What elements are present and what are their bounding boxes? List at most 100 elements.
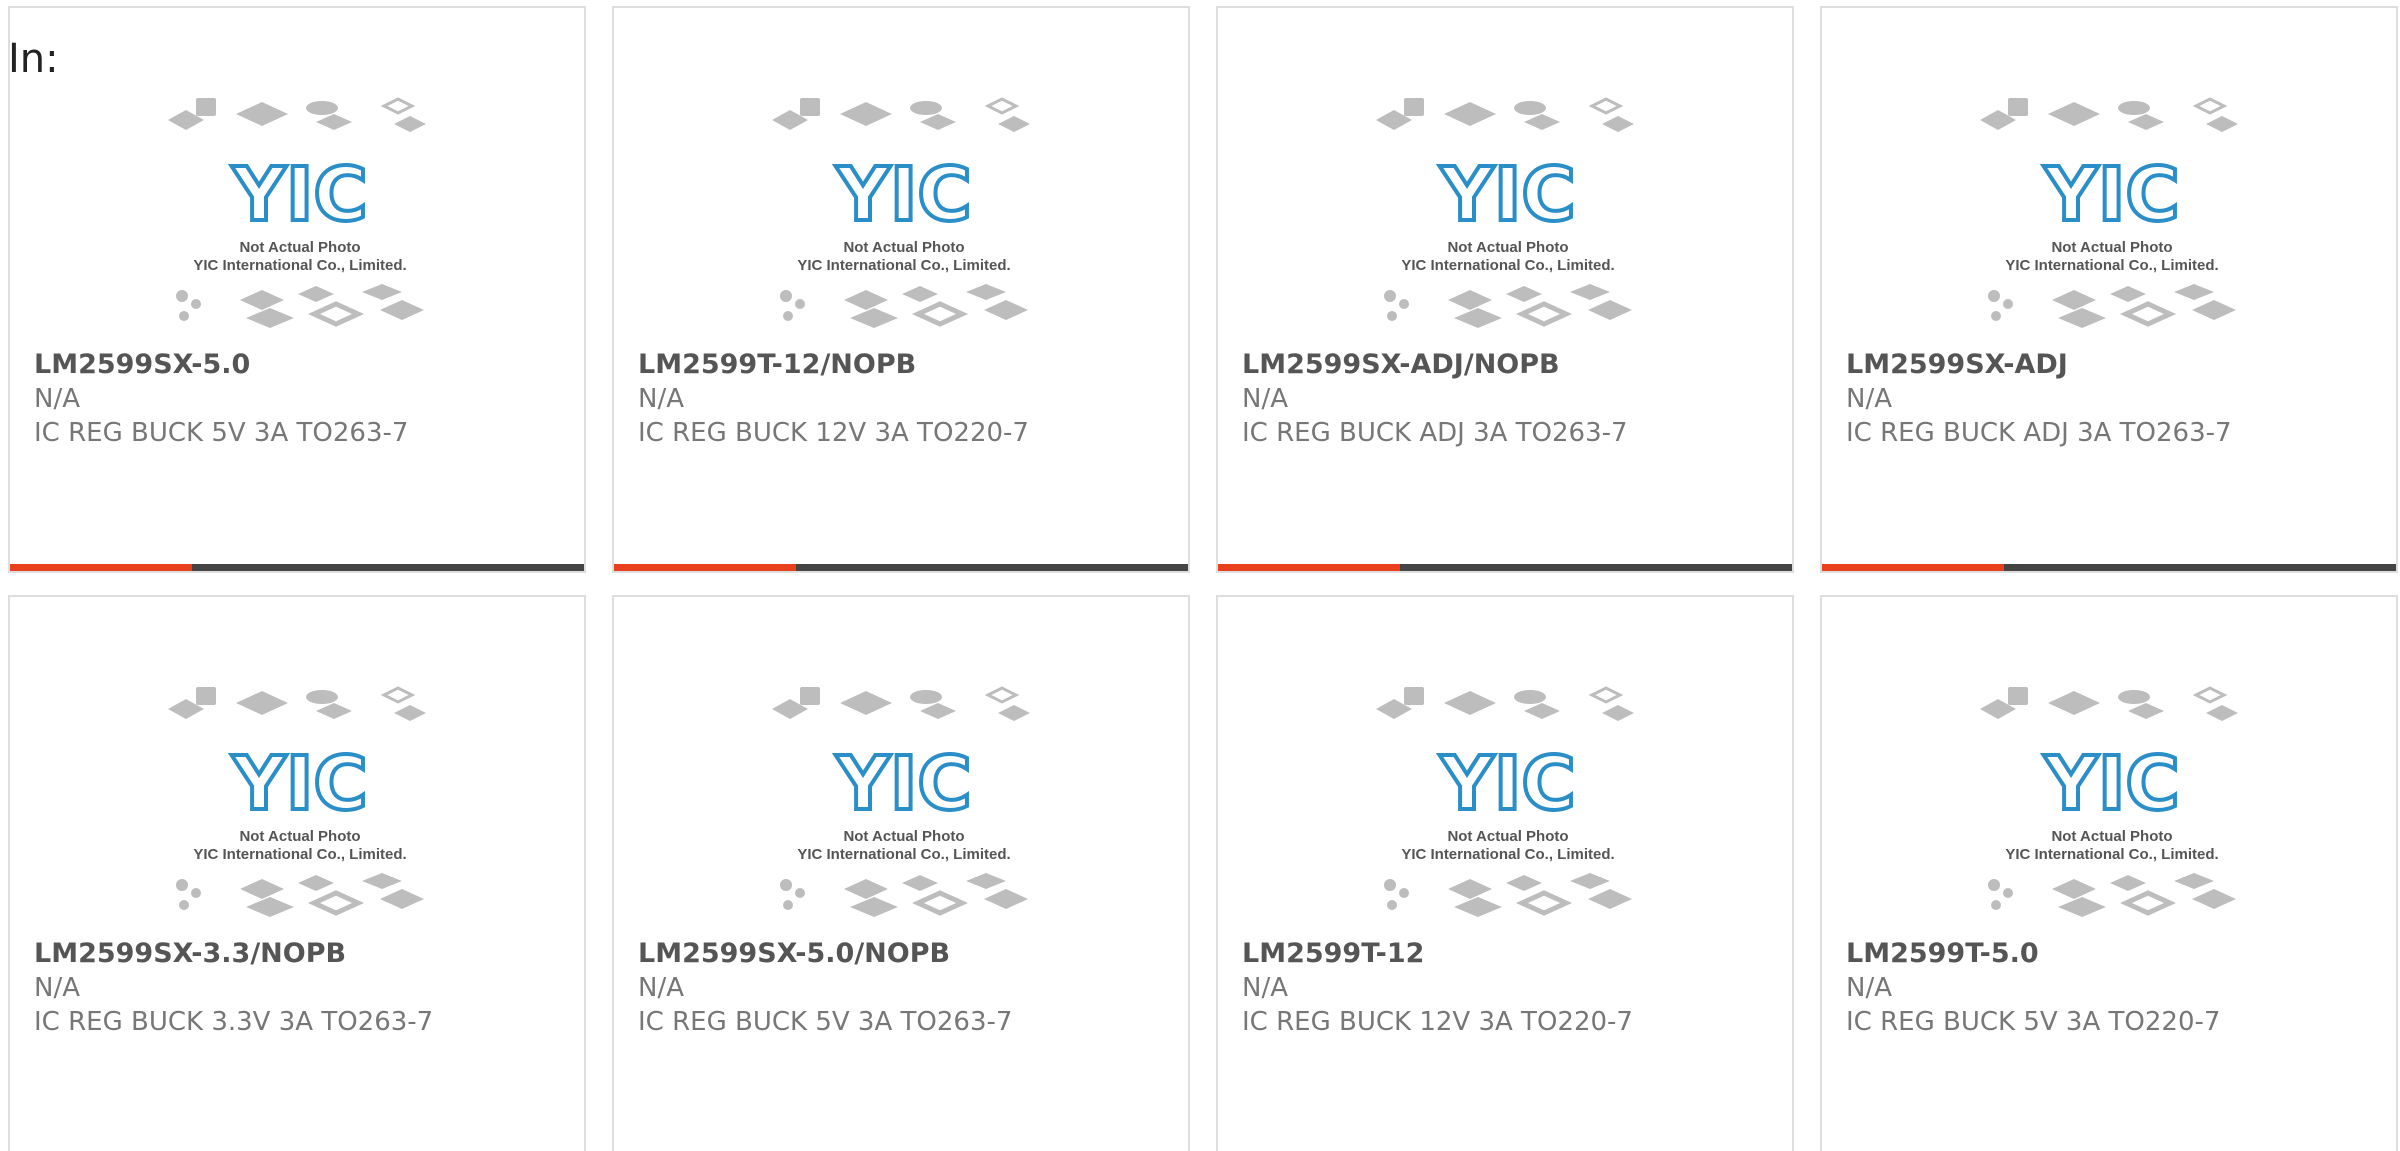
- chip-shape: [362, 284, 402, 300]
- chip-shape: [920, 114, 956, 130]
- product-thumbnail[interactable]: YIC Not Actual Photo YIC International Co.…: [166, 96, 434, 336]
- product-description: IC REG BUCK 12V 3A TO220-7: [638, 418, 1029, 448]
- chip-shape: [2118, 101, 2150, 115]
- chip-shape: [2206, 116, 2238, 132]
- chip-shape: [2058, 308, 2106, 328]
- product-thumbnail[interactable]: YIC Not Actual Photo YIC International Co.…: [1374, 96, 1642, 336]
- chip-shape: [246, 308, 294, 328]
- product-grid: YIC Not Actual Photo YIC International Co.…: [8, 6, 2400, 1151]
- product-card[interactable]: YIC Not Actual Photo YIC International Co.…: [1216, 6, 1794, 573]
- chip-shape: [179, 311, 189, 321]
- product-card[interactable]: YIC Not Actual Photo YIC International Co.…: [1820, 595, 2398, 1151]
- placeholder-caption: Not Actual Photo: [1447, 828, 1568, 845]
- chip-shape: [191, 299, 201, 309]
- chip-shape: [380, 889, 424, 909]
- product-card[interactable]: YIC Not Actual Photo YIC International Co.…: [8, 6, 586, 573]
- chip-shape: [984, 97, 1020, 115]
- card-accent-bar: [1218, 564, 1400, 571]
- product-thumbnail[interactable]: YIC Not Actual Photo YIC International Co.…: [1374, 685, 1642, 925]
- placeholder-image: YICNot Actual PhotoYIC International Co.…: [1980, 686, 2238, 917]
- product-card[interactable]: YIC Not Actual Photo YIC International Co.…: [1216, 595, 1794, 1151]
- part-number-link[interactable]: LM2599SX-3.3/NOPB: [34, 937, 566, 971]
- chip-shape: [307, 301, 365, 327]
- product-grid-page: In: YIC Not Actual Photo YIC International…: [0, 0, 2400, 1151]
- chip-shape: [1404, 687, 1424, 705]
- chip-shape: [1444, 102, 1496, 126]
- chip-shape: [316, 703, 352, 719]
- chip-shape: [850, 897, 898, 917]
- chip-shape: [2192, 889, 2236, 909]
- chip-shape: [1404, 98, 1424, 116]
- product-thumbnail[interactable]: YIC Not Actual Photo YIC International Co.…: [770, 685, 1038, 925]
- yic-logo: YIC: [231, 741, 367, 827]
- chip-shape: [844, 879, 888, 899]
- chip-shape: [1454, 897, 1502, 917]
- part-number-link[interactable]: LM2599T-12/NOPB: [638, 348, 1170, 382]
- product-info: LM2599SX-5.0/NOPB N/A IC REG BUCK 5V 3A …: [638, 937, 1170, 1039]
- chip-shape: [902, 286, 938, 302]
- product-description: IC REG BUCK 5V 3A TO263-7: [638, 1007, 1013, 1037]
- chip-shape: [1506, 875, 1542, 891]
- card-bottom-bar: [10, 564, 584, 571]
- part-number-link[interactable]: LM2599T-5.0: [1846, 937, 2378, 971]
- chip-shape: [902, 875, 938, 891]
- chip-shape: [1387, 311, 1397, 321]
- chip-shape: [844, 290, 888, 310]
- chip-shape: [840, 102, 892, 126]
- product-info: LM2599SX-ADJ/NOPB N/A IC REG BUCK ADJ 3A…: [1242, 348, 1774, 450]
- chip-shape: [1524, 114, 1560, 130]
- chip-shape: [240, 290, 284, 310]
- part-number-link[interactable]: LM2599SX-5.0/NOPB: [638, 937, 1170, 971]
- product-card[interactable]: YIC Not Actual Photo YIC International Co.…: [1820, 6, 2398, 573]
- part-number-link[interactable]: LM2599SX-ADJ/NOPB: [1242, 348, 1774, 382]
- chip-shape: [1991, 900, 2001, 910]
- product-thumbnail[interactable]: YIC Not Actual Photo YIC International Co.…: [1978, 96, 2246, 336]
- yic-logo: YIC: [2043, 152, 2179, 238]
- yic-logo: YIC: [835, 152, 971, 238]
- placeholder-caption: Not Actual Photo: [843, 239, 964, 256]
- chip-shape: [2058, 897, 2106, 917]
- chip-shape: [800, 687, 820, 705]
- product-info: LM2599T-5.0 N/A IC REG BUCK 5V 3A TO220-…: [1846, 937, 2378, 1039]
- chip-shape: [984, 300, 1028, 320]
- chip-shape: [176, 290, 188, 302]
- product-card[interactable]: YIC Not Actual Photo YIC International Co.…: [8, 595, 586, 1151]
- chip-shape: [984, 686, 1020, 704]
- chip-shape: [306, 101, 338, 115]
- chip-shape: [966, 873, 1006, 889]
- chip-shape: [196, 98, 216, 116]
- chip-shape: [236, 102, 288, 126]
- chip-shape: [2008, 687, 2028, 705]
- chip-shape: [780, 290, 792, 302]
- part-number-link[interactable]: LM2599SX-ADJ: [1846, 348, 2378, 382]
- chip-shape: [795, 299, 805, 309]
- chip-shape: [840, 691, 892, 715]
- filter-label: In:: [8, 36, 59, 82]
- product-thumbnail[interactable]: YIC Not Actual Photo YIC International Co.…: [770, 96, 1038, 336]
- manufacturer: N/A: [1846, 973, 1892, 1003]
- product-thumbnail[interactable]: YIC Not Actual Photo YIC International Co.…: [1978, 685, 2246, 925]
- chip-shape: [1399, 888, 1409, 898]
- chip-shape: [910, 690, 942, 704]
- placeholder-caption: Not Actual Photo: [2051, 239, 2172, 256]
- chip-shape: [2192, 97, 2228, 115]
- product-card[interactable]: YIC Not Actual Photo YIC International Co.…: [612, 595, 1190, 1151]
- placeholder-caption: Not Actual Photo: [239, 239, 360, 256]
- yic-logo: YIC: [835, 741, 971, 827]
- product-card[interactable]: YIC Not Actual Photo YIC International Co.…: [612, 6, 1190, 573]
- chip-shape: [911, 301, 969, 327]
- yic-logo: YIC: [231, 152, 367, 238]
- chip-shape: [1988, 290, 2000, 302]
- placeholder-caption: Not Actual Photo: [239, 828, 360, 845]
- chip-shape: [966, 284, 1006, 300]
- card-accent-bar: [10, 564, 192, 571]
- chip-shape: [236, 691, 288, 715]
- chip-shape: [998, 705, 1030, 721]
- product-thumbnail[interactable]: YIC Not Actual Photo YIC International Co.…: [166, 685, 434, 925]
- part-number-link[interactable]: LM2599T-12: [1242, 937, 1774, 971]
- chip-shape: [394, 116, 426, 132]
- chip-shape: [298, 875, 334, 891]
- placeholder-caption: Not Actual Photo: [843, 828, 964, 845]
- chip-shape: [316, 114, 352, 130]
- part-number-link[interactable]: LM2599SX-5.0: [34, 348, 566, 382]
